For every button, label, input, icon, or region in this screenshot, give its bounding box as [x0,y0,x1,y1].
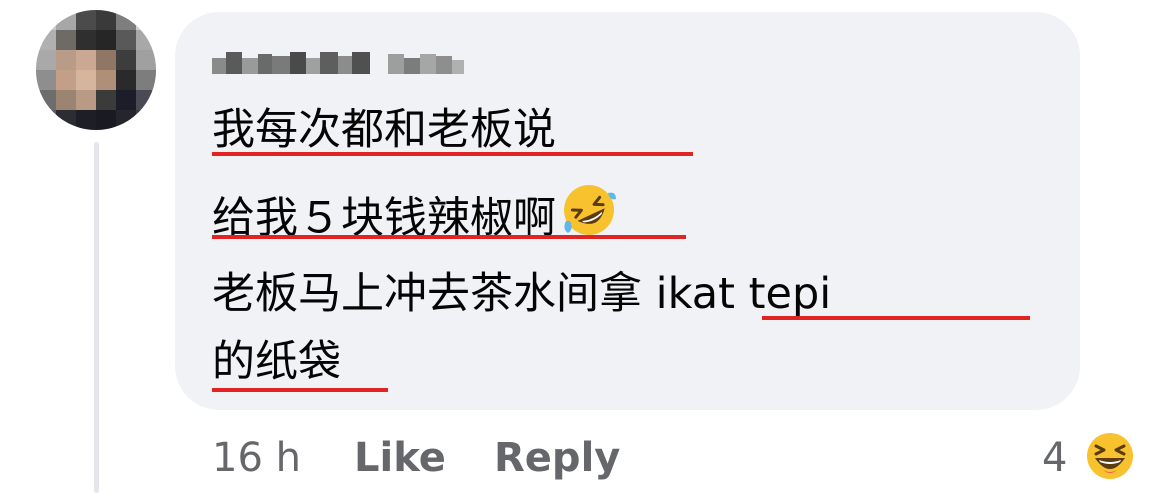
comment-line-4: 的纸袋 [212,337,341,387]
avatar[interactable] [36,10,156,130]
rolling-on-floor-laughing-emoji-icon [560,181,618,253]
comment-thread: 我每次都和老板说 给我５块钱辣椒啊 老板马上冲去茶水间拿 ikat tepi 的… [0,0,1170,493]
author-name-blurred[interactable] [212,44,472,80]
comment-line-2: 给我５块钱辣椒啊 [212,185,618,257]
like-button[interactable]: Like [354,430,446,486]
reaction-count[interactable]: 4 [1042,430,1067,486]
timestamp[interactable]: 16 h [212,430,301,486]
spellcheck-underline [212,388,388,392]
spellcheck-underline [762,316,1030,320]
laughing-reaction-icon[interactable] [1082,428,1138,484]
comment-line-3: 老板马上冲去茶水间拿 ikat tepi [212,269,832,319]
spellcheck-underline [212,152,693,156]
spellcheck-underline [212,235,686,239]
reply-button[interactable]: Reply [494,430,620,486]
comment-line-1: 我每次都和老板说 [212,105,556,155]
thread-line [94,142,99,493]
